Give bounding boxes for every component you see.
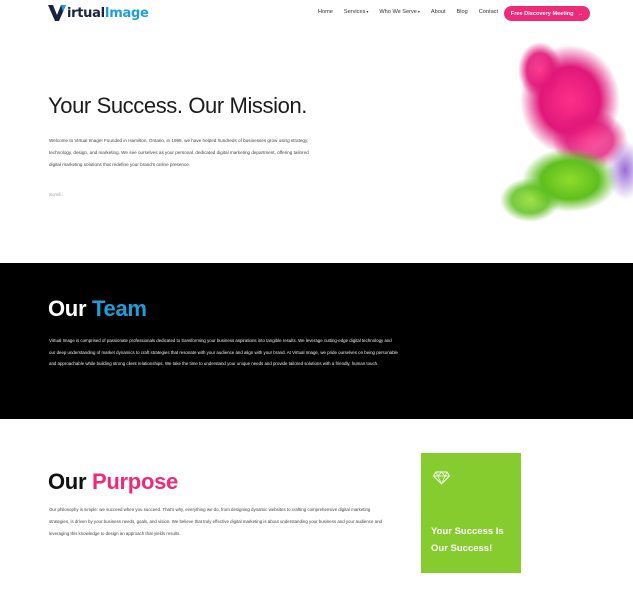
nav-home[interactable]: Home <box>318 9 333 15</box>
scroll-link[interactable]: Scroll ↓ <box>49 192 64 197</box>
nav-about[interactable]: About <box>431 9 446 15</box>
main-nav: Home Services▾ Who We Serve▾ About Blog … <box>318 9 509 15</box>
site-header: irtualImage Home Services▾ Who We Serve▾… <box>0 0 633 28</box>
nav-services[interactable]: Services▾ <box>344 9 368 15</box>
team-section: Our Team Virtual Image is comprised of p… <box>0 263 633 419</box>
success-card: Your Success Is Our Success! <box>421 453 521 573</box>
cta-label: Free Discovery Meeting <box>510 10 574 17</box>
team-text: Virtual Image is comprised of passionate… <box>49 338 398 366</box>
chevron-down-icon: ▾ <box>417 9 420 14</box>
free-discovery-meeting-button[interactable]: Free Discovery Meeting → <box>504 6 590 21</box>
nav-blog[interactable]: Blog <box>457 9 468 15</box>
hero-title: Your Success. Our Mission. <box>48 93 308 118</box>
logo-text: irtualImage <box>67 5 149 21</box>
team-title: Our Team <box>48 296 147 321</box>
arrow-down-icon: ↓ <box>61 192 65 197</box>
logo-v-icon <box>48 5 66 21</box>
purpose-text: Our philosophy is simple: we succeed whe… <box>49 507 382 536</box>
nav-who-we-serve[interactable]: Who We Serve▾ <box>379 9 420 15</box>
ink-splash-image <box>500 42 633 222</box>
purpose-title: Our Purpose <box>48 469 178 494</box>
nav-contact[interactable]: Contact <box>479 9 498 15</box>
logo[interactable]: irtualImage <box>48 5 149 21</box>
chevron-down-icon: ▾ <box>366 9 369 14</box>
hero-intro-text: Welcome to Virtual Image! Founded in Ham… <box>49 138 309 167</box>
diamond-icon <box>433 471 450 485</box>
card-text: Your Success Is Our Success! <box>431 526 504 554</box>
arrow-right-icon: → <box>577 10 584 17</box>
